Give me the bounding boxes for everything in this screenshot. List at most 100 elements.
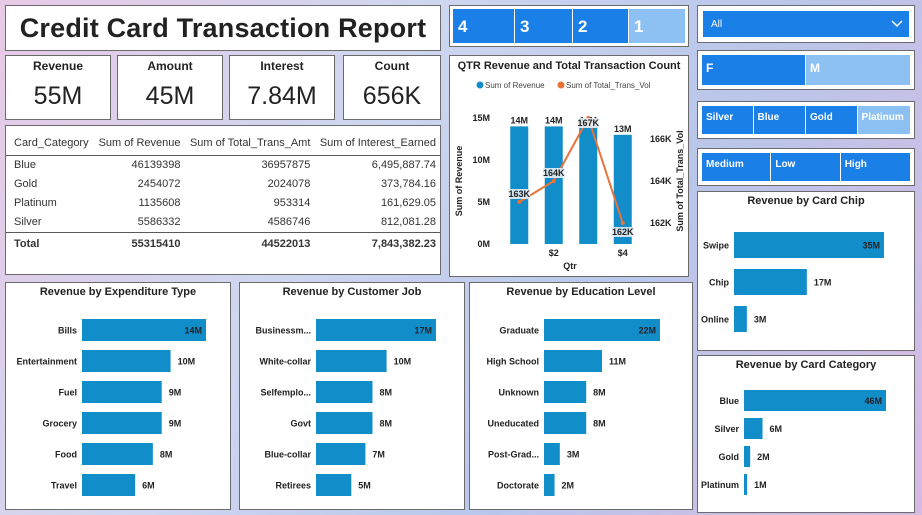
bar[interactable] (544, 350, 602, 372)
bar[interactable] (316, 412, 373, 434)
gender-option-f[interactable]: F (702, 55, 806, 85)
quarter-option-2[interactable]: 2 (573, 9, 629, 43)
data-label: 9M (169, 419, 182, 429)
chevron-down-icon[interactable] (891, 20, 903, 28)
table-row: Silver 5586332 4586746 812,081.28 (6, 213, 440, 233)
expenditure-chart-panel: Revenue by Expenditure Type Bills 14M Enter… (5, 282, 231, 510)
y2-tick-label: 164K (650, 176, 672, 186)
table-cell: 4586746 (267, 216, 311, 228)
income-option-low[interactable]: Low (771, 153, 841, 181)
bar[interactable] (316, 474, 352, 496)
bar[interactable] (82, 381, 162, 403)
table-cell: 161,629.05 (380, 197, 436, 209)
card-option-platinum[interactable]: Platinum (857, 106, 911, 134)
bar[interactable] (316, 443, 366, 465)
y-axis-title: Sum of Revenue (454, 146, 464, 217)
bar[interactable] (734, 306, 747, 332)
education-chart-panel: Revenue by Education Level Graduate 22M Hig… (469, 282, 693, 510)
line-point[interactable] (551, 179, 556, 183)
line-point[interactable] (620, 221, 625, 225)
data-label: 22M (638, 326, 656, 336)
table-header[interactable]: Sum of Total_Trans_Amt (184, 132, 315, 156)
table-cell: 2454072 (137, 178, 181, 190)
category-label: White-collar (259, 357, 311, 367)
data-label: 3M (754, 315, 767, 325)
chart-title: Revenue by Card Category (736, 359, 877, 371)
data-label: 1M (754, 480, 767, 490)
card-category-bar-chart: Revenue by Card Category Blue 46M Silver 6M G… (701, 359, 886, 495)
legend-label[interactable]: Sum of Total_Trans_Vol (566, 81, 651, 90)
data-label: 9M (169, 388, 182, 398)
category-label: Doctorate (497, 481, 539, 491)
line-point[interactable] (517, 200, 522, 204)
card-option-blue[interactable]: Blue (753, 106, 807, 134)
y-tick-label: 10M (472, 155, 490, 165)
card-option-gold[interactable]: Gold (806, 106, 858, 134)
legend-marker (476, 81, 484, 89)
bar[interactable] (744, 418, 763, 439)
table-cell: 6,495,887.74 (371, 159, 436, 171)
bar[interactable] (82, 412, 162, 434)
data-label: 3M (567, 450, 580, 460)
gender-slicer: F M (697, 50, 915, 90)
table-cell: Gold (14, 178, 38, 190)
quarter-option-4[interactable]: 4 (453, 9, 515, 43)
kpi-revenue-card: Revenue 55M (5, 55, 111, 120)
kpi-label: Count (374, 59, 410, 73)
data-label: 17M (414, 326, 432, 336)
legend-label[interactable]: Sum of Revenue (485, 81, 545, 90)
category-label: Unknown (499, 388, 540, 398)
chart-title: Revenue by Customer Job (283, 286, 422, 298)
kpi-amount-card: Amount 45M (117, 55, 223, 120)
category-label: Food (55, 450, 77, 460)
dropdown-select[interactable]: All (703, 11, 909, 37)
education-bar-chart: Revenue by Education Level Graduate 22M Hig… (487, 286, 660, 496)
table-cell: Blue (14, 159, 37, 171)
bar[interactable] (544, 381, 587, 403)
kpi-label: Amount (147, 59, 193, 73)
trans-vol-line[interactable] (518, 115, 624, 224)
data-label: 8M (593, 419, 606, 429)
data-label: 10M (394, 357, 412, 367)
income-option-medium[interactable]: Medium (702, 153, 772, 181)
data-label: 6M (770, 424, 783, 434)
table-header[interactable]: Card_Category (6, 132, 94, 156)
income-slicer: Medium Low High (697, 148, 915, 186)
category-label: Blue-collar (264, 450, 311, 460)
filter-dropdown: All (697, 5, 915, 43)
bar[interactable] (734, 269, 807, 295)
quarter-option-1[interactable]: 1 (629, 9, 685, 43)
income-option-high[interactable]: High (840, 153, 911, 181)
bar[interactable] (82, 443, 153, 465)
table-header[interactable]: Sum of Revenue (93, 132, 185, 156)
chart-title: Revenue by Education Level (506, 286, 655, 298)
bar[interactable] (510, 126, 529, 244)
bar[interactable] (544, 443, 560, 465)
bar[interactable] (316, 381, 373, 403)
table-header[interactable]: Sum of Interest_Earned (314, 132, 440, 156)
category-label: High School (487, 357, 540, 367)
quarter-option-3[interactable]: 3 (515, 9, 573, 43)
bar[interactable] (744, 474, 748, 495)
kpi-label: Interest (260, 59, 304, 73)
bar[interactable] (316, 350, 387, 372)
category-label: Travel (51, 481, 77, 491)
card-option-silver[interactable]: Silver (702, 106, 754, 134)
card-category-chart-panel: Revenue by Card Category Blue 46M Silver 6M G… (697, 355, 915, 513)
bar[interactable] (544, 474, 555, 496)
table-cell: 7,843,382.23 (314, 232, 440, 254)
gender-option-m[interactable]: M (806, 55, 910, 85)
data-label: 2M (757, 452, 770, 462)
y-tick-label: 5M (477, 197, 490, 207)
bar[interactable] (82, 350, 171, 372)
table-cell: 953314 (273, 197, 311, 209)
bar[interactable] (579, 126, 598, 244)
category-label: Businessm... (255, 326, 311, 336)
data-label: 8M (160, 450, 173, 460)
category-label: Govt (290, 419, 311, 429)
y2-axis-title: Sum of Total_Trans_Vol (675, 130, 685, 231)
bar[interactable] (744, 446, 751, 467)
category-label: Swipe (703, 241, 729, 251)
bar[interactable] (82, 474, 136, 496)
bar[interactable] (544, 412, 587, 434)
